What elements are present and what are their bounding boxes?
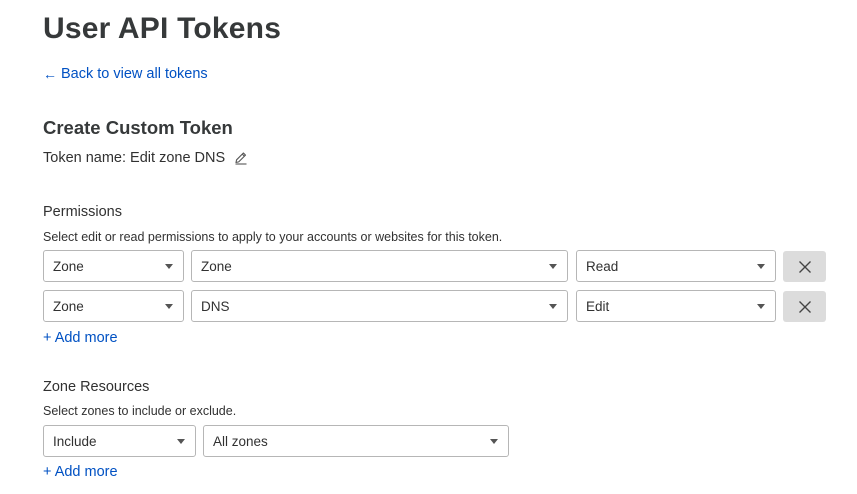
back-to-tokens-link[interactable]: ← Back to view all tokens	[43, 66, 208, 82]
permission-access-select[interactable]: Edit	[576, 290, 776, 322]
permissions-description: Select edit or read permissions to apply…	[43, 230, 503, 244]
zone-include-value: Include	[53, 433, 97, 449]
permission-scope-value: Zone	[53, 298, 84, 314]
token-name-text: Token name: Edit zone DNS	[43, 150, 226, 166]
zone-resources-label: Zone Resources	[43, 379, 150, 395]
zone-resources-description: Select zones to include or exclude.	[43, 404, 237, 418]
permission-resource-select[interactable]: Zone	[191, 250, 568, 282]
arrow-left-icon: ←	[43, 66, 57, 82]
permission-resource-value: Zone	[201, 258, 232, 274]
permission-access-value: Edit	[586, 298, 610, 314]
add-permission-button[interactable]: + Add more	[43, 330, 118, 346]
chevron-down-icon	[165, 303, 173, 309]
permission-access-value: Read	[586, 258, 619, 274]
permission-scope-value: Zone	[53, 258, 84, 274]
chevron-down-icon	[549, 263, 557, 269]
close-icon	[798, 300, 811, 313]
chevron-down-icon	[165, 263, 173, 269]
chevron-down-icon	[757, 303, 765, 309]
chevron-down-icon	[490, 438, 498, 444]
zone-include-select[interactable]: Include	[43, 425, 196, 457]
page-title: User API Tokens	[43, 12, 282, 45]
zones-value: All zones	[213, 433, 268, 449]
permissions-label: Permissions	[43, 204, 122, 220]
zones-select[interactable]: All zones	[203, 425, 509, 457]
permission-scope-select[interactable]: Zone	[43, 290, 184, 322]
back-link-label: Back to view all tokens	[61, 66, 208, 82]
add-zone-resource-button[interactable]: + Add more	[43, 464, 118, 480]
permission-scope-select[interactable]: Zone	[43, 250, 184, 282]
section-title: Create Custom Token	[43, 117, 233, 138]
permission-resource-select[interactable]: DNS	[191, 290, 568, 322]
pencil-icon[interactable]	[234, 151, 248, 165]
chevron-down-icon	[549, 303, 557, 309]
remove-permission-button[interactable]	[783, 291, 826, 322]
close-icon	[798, 260, 811, 273]
token-name-row: Token name: Edit zone DNS	[43, 150, 248, 166]
chevron-down-icon	[757, 263, 765, 269]
chevron-down-icon	[177, 438, 185, 444]
permission-resource-value: DNS	[201, 298, 230, 314]
remove-permission-button[interactable]	[783, 251, 826, 282]
permission-access-select[interactable]: Read	[576, 250, 776, 282]
